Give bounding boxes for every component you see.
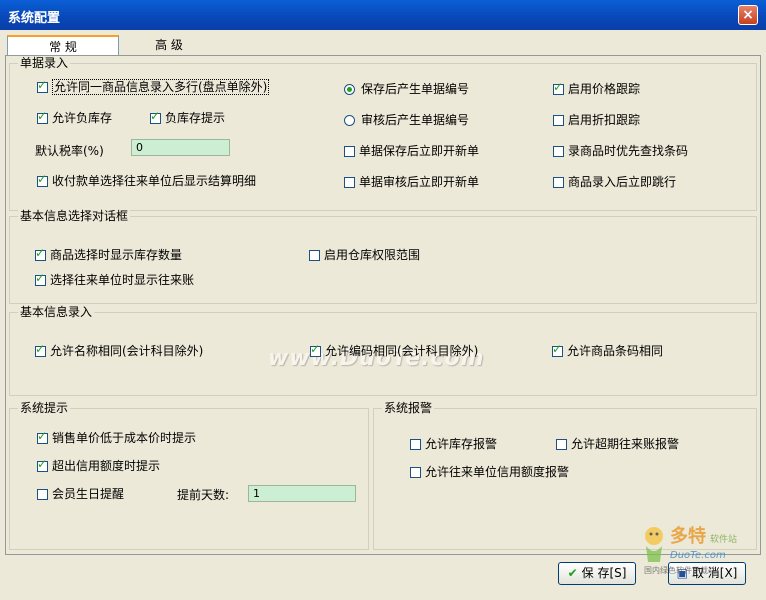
group-basic-entry: 基本信息录入 ✓ 允许名称相同(会计科目除外) ✓ 允许编码相同(会计科目除外) ✓…: [9, 305, 757, 396]
group-title: 基本信息选择对话框: [18, 209, 131, 223]
checkbox-icon: ✓: [35, 271, 46, 286]
show-settlement-detail-checkbox[interactable]: ✓ 收付款单选择往来单位后显示结算明细: [37, 173, 256, 189]
group-title: 单据录入: [18, 56, 71, 70]
radio-icon: [344, 115, 355, 126]
checkbox-icon: [37, 489, 48, 500]
checkbox-icon: [553, 177, 564, 188]
checkbox-icon: ✓: [37, 109, 48, 124]
checkbox-icon: [309, 250, 320, 261]
barcode-first-checkbox[interactable]: 录商品时优先查找条码: [553, 143, 688, 159]
open-new-after-audit-checkbox[interactable]: 单据审核后立即开新单: [344, 174, 479, 190]
window-title: 系统配置: [8, 11, 61, 26]
default-tax-input[interactable]: 0: [131, 139, 230, 156]
svg-text:多特: 多特: [670, 525, 706, 547]
days-label: 提前天数:: [177, 488, 230, 502]
discount-tracking-checkbox[interactable]: 启用折扣跟踪: [553, 112, 640, 128]
tab-general[interactable]: 常 规: [7, 35, 119, 56]
checkbox-icon: ✓: [37, 457, 48, 472]
checkbox-icon: ✓: [310, 342, 321, 357]
checkbox-icon: ✓: [37, 78, 48, 93]
group-document-entry: 单据录入 ✓ 允许同一商品信息录入多行(盘点单除外) ✓ 允许负库存 ✓ 负库存提示 …: [9, 56, 757, 211]
same-code-checkbox[interactable]: ✓ 允许编码相同(会计科目除外): [310, 343, 478, 359]
open-new-after-save-checkbox[interactable]: 单据保存后立即开新单: [344, 143, 479, 159]
group-title: 系统提示: [18, 401, 71, 415]
checkbox-icon: ✓: [35, 246, 46, 261]
show-partner-account-checkbox[interactable]: ✓ 选择往来单位时显示往来账: [35, 272, 194, 288]
warehouse-permission-checkbox[interactable]: 启用仓库权限范围: [309, 247, 420, 263]
checkbox-icon: [553, 146, 564, 157]
checkbox-icon: ✓: [37, 429, 48, 444]
group-system-hints: 系统提示 ✓ 销售单价低于成本价时提示 ✓ 超出信用额度时提示 会员生日提醒 提前天…: [9, 401, 369, 550]
group-title: 系统报警: [382, 401, 435, 415]
checkbox-icon: [344, 146, 355, 157]
checkbox-icon: ✓: [37, 172, 48, 187]
same-barcode-checkbox[interactable]: ✓ 允许商品条码相同: [552, 343, 663, 359]
tab-advanced[interactable]: 高 级: [119, 35, 219, 55]
same-name-checkbox[interactable]: ✓ 允许名称相同(会计科目除外): [35, 343, 203, 359]
svg-text:国内绿色软件下载站: 国内绿色软件下载站: [644, 565, 716, 575]
tab-panel: 单据录入 ✓ 允许同一商品信息录入多行(盘点单除外) ✓ 允许负库存 ✓ 负库存提示 …: [5, 55, 761, 555]
checkbox-icon: [410, 439, 421, 450]
credit-alarm-checkbox[interactable]: 允许往来单位信用额度报警: [410, 464, 569, 480]
below-cost-checkbox[interactable]: ✓ 销售单价低于成本价时提示: [37, 430, 196, 446]
checkbox-icon: [344, 177, 355, 188]
price-tracking-checkbox[interactable]: ✓ 启用价格跟踪: [553, 81, 640, 97]
radio-number-after-audit[interactable]: 审核后产生单据编号: [344, 112, 469, 128]
checkbox-icon: [410, 467, 421, 478]
radio-number-after-save[interactable]: 保存后产生单据编号: [344, 81, 469, 97]
default-tax-label: 默认税率(%): [35, 144, 104, 158]
group-title: 基本信息录入: [18, 305, 95, 319]
allow-negative-stock-checkbox[interactable]: ✓ 允许负库存: [37, 110, 112, 126]
group-basic-dialog: 基本信息选择对话框 ✓ 商品选择时显示库存数量 ✓ 选择往来单位时显示往来账 启用仓…: [9, 209, 757, 304]
days-input[interactable]: 1: [248, 485, 356, 502]
checkmark-icon: ✔: [567, 566, 578, 580]
allow-multi-line-checkbox[interactable]: ✓ 允许同一商品信息录入多行(盘点单除外): [37, 78, 270, 95]
checkbox-icon: ✓: [150, 109, 161, 124]
birthday-reminder-checkbox[interactable]: 会员生日提醒: [37, 486, 124, 502]
checkbox-icon: [556, 439, 567, 450]
svg-text:DuoTe.com: DuoTe.com: [670, 550, 726, 561]
close-button[interactable]: ×: [738, 5, 758, 25]
overdue-alarm-checkbox[interactable]: 允许超期往来账报警: [556, 436, 679, 452]
title-bar: 系统配置 ×: [0, 0, 766, 30]
over-credit-checkbox[interactable]: ✓ 超出信用额度时提示: [37, 458, 160, 474]
stock-alarm-checkbox[interactable]: 允许库存报警: [410, 436, 497, 452]
negative-stock-hint-checkbox[interactable]: ✓ 负库存提示: [150, 110, 225, 126]
svg-text:软件站: 软件站: [710, 533, 737, 545]
checkbox-icon: ✓: [552, 342, 563, 357]
show-stock-qty-checkbox[interactable]: ✓ 商品选择时显示库存数量: [35, 247, 182, 263]
checkbox-icon: ✓: [35, 342, 46, 357]
checkbox-icon: ✓: [553, 80, 564, 95]
radio-icon: [344, 84, 355, 95]
duote-logo: 多特 软件站 DuoTe.com 国内绿色软件下载站: [644, 525, 737, 575]
save-button[interactable]: ✔ 保 存[S]: [558, 562, 636, 585]
jump-line-checkbox[interactable]: 商品录入后立即跳行: [553, 174, 676, 190]
checkbox-icon: [553, 115, 564, 126]
